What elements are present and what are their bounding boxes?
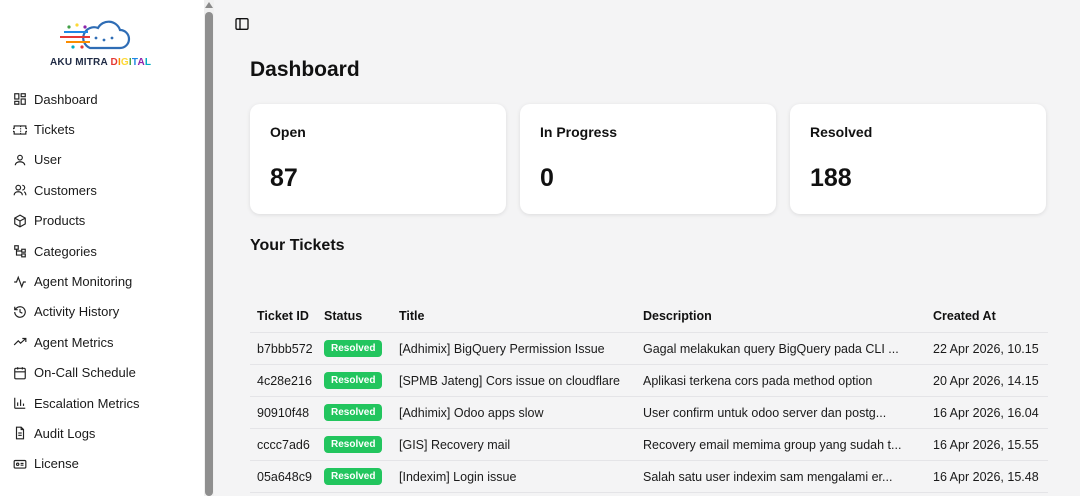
activity-icon bbox=[14, 275, 26, 288]
ticket-id: 4c28e216 bbox=[257, 373, 312, 388]
sidebar-scrollbar[interactable] bbox=[204, 0, 214, 496]
table-row[interactable]: cccc7ad6 Resolved [GIS] Recovery mail Re… bbox=[250, 429, 1048, 461]
sidebar-item-label: Activity History bbox=[34, 304, 120, 320]
sidebar-toggle-icon[interactable] bbox=[234, 16, 250, 32]
table-row[interactable]: b7bbb572 Resolved [Adhimix] BigQuery Per… bbox=[250, 333, 1048, 365]
column-header[interactable]: Title bbox=[399, 309, 643, 323]
status-badge: Resolved bbox=[324, 436, 383, 453]
main-content: Dashboard Open 87 In Progress 0 Resolved… bbox=[214, 0, 1080, 496]
sidebar-item-label: Agent Metrics bbox=[34, 334, 114, 350]
scroll-thumb[interactable] bbox=[205, 12, 213, 496]
ticket-description: Aplikasi terkena cors pada method option bbox=[643, 373, 873, 388]
ticket-title: [Indexim] Login issue bbox=[399, 469, 517, 484]
tickets-section-title: Your Tickets bbox=[250, 237, 345, 254]
sidebar-item-label: License bbox=[34, 456, 79, 472]
sidebar-item-label: Categories bbox=[34, 243, 97, 259]
sidebar-item-label: User bbox=[34, 152, 62, 168]
sidebar-item-label: Audit Logs bbox=[34, 425, 96, 441]
sidebar-item-dashboard[interactable]: Dashboard bbox=[0, 84, 204, 114]
sidebar-item-label: Customers bbox=[34, 182, 97, 198]
ticket-title: [Adhimix] BigQuery Permission Issue bbox=[399, 341, 605, 356]
tree-icon bbox=[14, 245, 26, 258]
users-icon bbox=[13, 185, 27, 196]
calendar-icon bbox=[14, 366, 26, 380]
status-badge: Resolved bbox=[324, 372, 383, 389]
status-badge: Resolved bbox=[324, 340, 383, 357]
user-icon bbox=[14, 154, 26, 166]
ticket-created-at: 16 Apr 2026, 16.04 bbox=[933, 405, 1039, 420]
table-row[interactable]: 4c28e216 Resolved [SPMB Jateng] Cors iss… bbox=[250, 365, 1048, 397]
brand-name: AKU MITRA DIGITAL bbox=[50, 57, 152, 68]
stat-label: Resolved bbox=[810, 124, 873, 140]
scroll-up-arrow[interactable] bbox=[205, 2, 213, 8]
sidebar-item-on-call-schedule[interactable]: On-Call Schedule bbox=[0, 358, 204, 388]
sidebar-item-products[interactable]: Products bbox=[0, 206, 204, 236]
history-icon bbox=[14, 306, 26, 318]
table-row[interactable]: 90910f48 Resolved [Adhimix] Odoo apps sl… bbox=[250, 397, 1048, 429]
sidebar-item-tickets[interactable]: Tickets bbox=[0, 114, 204, 144]
sidebar-item-activity-history[interactable]: Activity History bbox=[0, 297, 204, 327]
ticket-created-at: 22 Apr 2026, 10.15 bbox=[933, 341, 1039, 356]
sidebar-item-agent-metrics[interactable]: Agent Metrics bbox=[0, 327, 204, 357]
stat-value: 87 bbox=[270, 164, 298, 192]
ticket-id: cccc7ad6 bbox=[257, 437, 310, 452]
column-header[interactable]: Created At bbox=[933, 309, 1048, 323]
ticket-title: [Adhimix] Odoo apps slow bbox=[399, 405, 544, 420]
tickets-table: Ticket ID Status Title Description Creat… bbox=[250, 300, 1048, 493]
page-title: Dashboard bbox=[250, 58, 360, 81]
stat-value: 0 bbox=[540, 164, 554, 192]
sidebar-item-label: On-Call Schedule bbox=[34, 365, 136, 381]
column-header[interactable]: Status bbox=[324, 309, 399, 323]
sidebar-item-label: Dashboard bbox=[34, 91, 98, 107]
license-icon bbox=[13, 459, 27, 469]
sidebar-item-audit-logs[interactable]: Audit Logs bbox=[0, 418, 204, 448]
ticket-description: Salah satu user indexim sam mengalami er… bbox=[643, 469, 893, 484]
stat-label: Open bbox=[270, 124, 306, 140]
sidebar-item-customers[interactable]: Customers bbox=[0, 175, 204, 205]
sidebar-item-label: Products bbox=[34, 213, 86, 229]
stat-card-resolved: Resolved 188 bbox=[790, 104, 1046, 214]
ticket-title: [SPMB Jateng] Cors issue on cloudflare bbox=[399, 373, 620, 388]
stat-card-in-progress: In Progress 0 bbox=[520, 104, 776, 214]
sidebar-item-label: Escalation Metrics bbox=[34, 395, 140, 411]
dashboard-icon bbox=[14, 93, 26, 106]
trend-icon bbox=[13, 338, 27, 346]
ticket-created-at: 16 Apr 2026, 15.48 bbox=[933, 469, 1039, 484]
file-text-icon bbox=[15, 427, 25, 440]
sidebar-item-label: Agent Monitoring bbox=[34, 274, 133, 290]
bar-chart-icon bbox=[14, 397, 26, 409]
ticket-created-at: 20 Apr 2026, 14.15 bbox=[933, 373, 1039, 388]
table-header: Ticket ID Status Title Description Creat… bbox=[250, 300, 1048, 333]
stat-label: In Progress bbox=[540, 124, 618, 140]
table-row[interactable]: 05a648c9 Resolved [Indexim] Login issue … bbox=[250, 461, 1048, 493]
ticket-title: [GIS] Recovery mail bbox=[399, 437, 511, 452]
sidebar-item-categories[interactable]: Categories bbox=[0, 236, 204, 266]
ticket-id: 05a648c9 bbox=[257, 469, 312, 484]
ticket-description: User confirm untuk odoo server dan postg… bbox=[643, 405, 887, 420]
ticket-created-at: 16 Apr 2026, 15.55 bbox=[933, 437, 1039, 452]
sidebar-item-escalation-metrics[interactable]: Escalation Metrics bbox=[0, 388, 204, 418]
stat-card-open: Open 87 bbox=[250, 104, 506, 214]
ticket-id: 90910f48 bbox=[257, 405, 310, 420]
ticket-icon bbox=[13, 124, 27, 135]
sidebar-item-license[interactable]: License bbox=[0, 449, 204, 479]
box-icon bbox=[14, 214, 26, 228]
ticket-description: Recovery email memima group yang sudah t… bbox=[643, 437, 902, 452]
sidebar-item-user[interactable]: User bbox=[0, 145, 204, 175]
column-header[interactable]: Ticket ID bbox=[250, 309, 324, 323]
sidebar: AKU MITRA DIGITAL Dashboard Tickets User… bbox=[0, 0, 204, 496]
sidebar-item-agent-monitoring[interactable]: Agent Monitoring bbox=[0, 266, 204, 296]
ticket-id: b7bbb572 bbox=[257, 341, 313, 356]
cloud-logo-icon bbox=[60, 20, 131, 50]
status-badge: Resolved bbox=[324, 404, 383, 421]
column-header[interactable]: Description bbox=[643, 309, 933, 323]
brand-logo[interactable]: AKU MITRA DIGITAL bbox=[48, 18, 160, 74]
ticket-description: Gagal melakukan query BigQuery pada CLI … bbox=[643, 341, 899, 356]
sidebar-nav: Dashboard Tickets User Customers Product… bbox=[0, 84, 204, 479]
status-badge: Resolved bbox=[324, 468, 383, 485]
stat-value: 188 bbox=[810, 164, 852, 192]
sidebar-item-label: Tickets bbox=[34, 122, 75, 138]
